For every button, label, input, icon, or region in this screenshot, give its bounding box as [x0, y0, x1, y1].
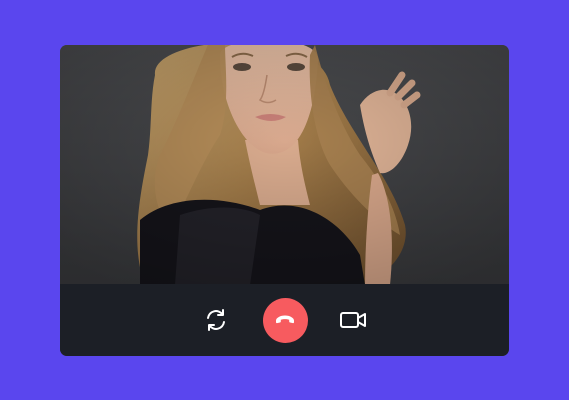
phone-hangup-icon [276, 315, 294, 324]
video-camera-icon [340, 312, 366, 328]
end-call-circle[interactable] [262, 297, 308, 343]
switch-camera-button[interactable] [196, 284, 236, 356]
end-call-button[interactable] [262, 284, 308, 356]
call-controls-bar [60, 284, 509, 356]
video-call-window [60, 45, 509, 356]
toggle-video-button[interactable] [333, 284, 373, 356]
camera-switch-icon [207, 309, 225, 331]
remote-video-feed [60, 45, 509, 285]
